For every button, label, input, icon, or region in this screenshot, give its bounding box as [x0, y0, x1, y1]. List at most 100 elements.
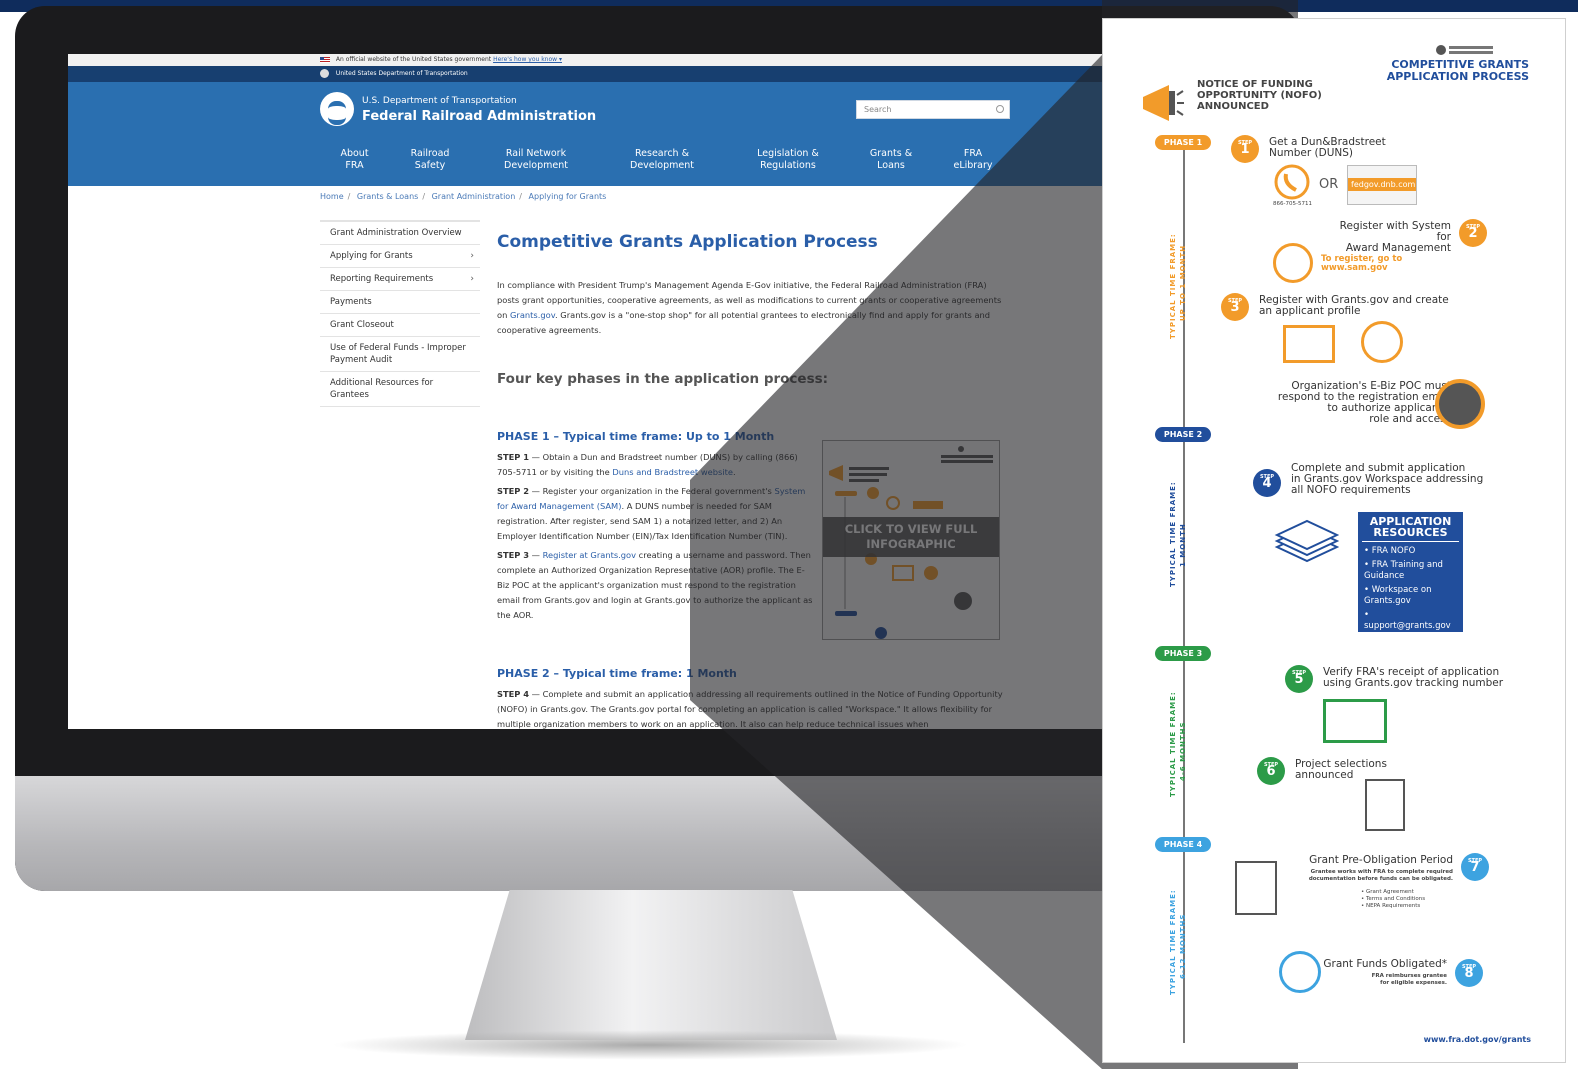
dot-bar: United States Department of Transportati… [68, 66, 1108, 82]
resource-item[interactable]: FRA Training and Guidance [1364, 560, 1443, 581]
step7-badge: STEP 7 [1461, 853, 1489, 881]
grants-gov-link[interactable]: Grants.gov [510, 310, 555, 320]
register-grants-link[interactable]: Register at Grants.gov [543, 550, 636, 560]
step1-badge: STEP 1 [1231, 135, 1259, 163]
phase4-pill: PHASE 4 [1155, 837, 1211, 852]
nav-grants-loans[interactable]: Grants & Loans [865, 148, 917, 172]
application-resources-box: APPLICATION RESOURCES • FRA NOFO • FRA T… [1358, 512, 1463, 632]
breadcrumb: Home / Grants & Loans / Grant Administrati… [320, 192, 607, 201]
org-small-name: U.S. Department of Transportation [362, 96, 517, 106]
timeframe-label: TYPICAL TIME FRAME: [1169, 233, 1177, 339]
timeframe-label: TYPICAL TIME FRAME: [1169, 889, 1177, 995]
browser-screen: An official website of the United States… [68, 54, 1108, 729]
sidebar-item-closeout[interactable]: Grant Closeout [320, 314, 480, 337]
phase1-pill: PHASE 1 [1155, 135, 1211, 150]
step8-badge: STEP 8 [1455, 959, 1483, 987]
step3-text: Register with Grants.gov and create an ap… [1259, 294, 1449, 317]
fra-logo-icon[interactable] [320, 92, 354, 126]
us-flag-icon [320, 56, 330, 63]
org-name[interactable]: Federal Railroad Administration [362, 109, 596, 124]
fra-grants-url[interactable]: www.fra.dot.gov/grants [1424, 1035, 1531, 1044]
chevron-right-icon: › [470, 274, 474, 284]
documents-stack-icon [1273, 513, 1340, 577]
nav-about[interactable]: About FRA [332, 148, 377, 172]
nav-rail-network[interactable]: Rail Network Development [500, 148, 572, 172]
sidebar-item-applying[interactable]: Applying for Grants › [320, 245, 480, 268]
heres-how-you-know-link[interactable]: Here's how you know ▾ [493, 56, 562, 63]
phase3-pill: PHASE 3 [1155, 646, 1211, 661]
intro-paragraph: In compliance with President Trump's Man… [497, 280, 1002, 335]
megaphone-icon [1139, 83, 1185, 127]
resource-item[interactable]: support@grants.gov [1364, 621, 1451, 631]
step3-badge: STEP 3 [1221, 293, 1249, 321]
page-title: Competitive Grants Application Process [497, 232, 878, 252]
timeframe-value: 1 MONTH [1179, 523, 1187, 567]
sidebar-item-federal-funds[interactable]: Use of Federal Funds - Improper Payment A… [320, 337, 480, 372]
breadcrumb-grants[interactable]: Grants & Loans [357, 192, 418, 201]
stand-shadow [330, 1030, 970, 1060]
sidebar-item-overview[interactable]: Grant Administration Overview [320, 220, 480, 245]
or-label: OR [1319, 177, 1339, 192]
resources-title: APPLICATION RESOURCES [1362, 512, 1459, 542]
sidebar-item-resources[interactable]: Additional Resources for Grantees [320, 372, 480, 407]
step4-badge: STEP 4 [1253, 469, 1281, 497]
step3-paragraph: STEP 3 — Register at Grants.gov creating… [497, 550, 813, 620]
official-banner: An official website of the United States… [68, 54, 1108, 66]
infographic-title: COMPETITIVE GRANTS APPLICATION PROCESS [1386, 58, 1529, 83]
phase1-heading: PHASE 1 – Typical time frame: Up to 1 Mo… [497, 430, 775, 443]
nav-research[interactable]: Research & Development [625, 148, 699, 172]
step1-paragraph: STEP 1 — Obtain a Dun and Bradstreet num… [497, 452, 798, 477]
timeframe-value: 6-12 MONTHS [1179, 913, 1187, 979]
email-icon [1435, 379, 1485, 429]
user-icon [1361, 321, 1403, 363]
step2-badge: STEP 2 [1459, 219, 1487, 247]
breadcrumb-grant-admin[interactable]: Grant Administration [432, 192, 516, 201]
search-icon[interactable] [996, 105, 1004, 113]
step7-subtitle: Grantee works with FRA to complete requi… [1308, 869, 1453, 882]
phone-number: 866-705-5711 [1273, 201, 1312, 207]
timeframe-label: TYPICAL TIME FRAME: [1169, 691, 1177, 797]
breadcrumb-home[interactable]: Home [320, 192, 344, 201]
dollar-icon [1279, 951, 1321, 993]
step8-subtitle: FRA reimburses grantee for eligible expen… [1371, 973, 1447, 986]
view-infographic-button[interactable]: CLICK TO VIEW FULL INFOGRAPHIC [823, 517, 999, 557]
nav-railroad-safety[interactable]: Railroad Safety [404, 148, 456, 172]
step2-paragraph: STEP 2 — Register your organization in t… [497, 486, 806, 541]
sidebar-item-payments[interactable]: Payments [320, 291, 480, 314]
timeframe-value: 4-6 MONTHS [1179, 721, 1187, 781]
infographic-thumbnail[interactable]: CLICK TO VIEW FULL INFOGRAPHIC [822, 440, 1000, 640]
phone-icon [1274, 164, 1310, 204]
monitor-search-icon [1323, 699, 1387, 743]
sidebar-item-reporting[interactable]: Reporting Requirements › [320, 268, 480, 291]
step6-text: Project selections announced [1295, 758, 1387, 781]
fedgov-label: fedgov.dnb.com [1348, 178, 1416, 191]
search-input[interactable]: Search [856, 100, 1010, 119]
resource-item[interactable]: Workspace on Grants.gov [1364, 585, 1431, 606]
timeframe-label: TYPICAL TIME FRAME: [1169, 481, 1177, 587]
monitor-stand [465, 890, 837, 1040]
step5-badge: STEP 5 [1285, 665, 1313, 693]
chevron-right-icon: › [470, 251, 474, 261]
breadcrumb-current[interactable]: Applying for Grants [529, 192, 607, 201]
step8-title: Grant Funds Obligated* [1323, 958, 1447, 970]
resource-item[interactable]: FRA NOFO [1372, 546, 1416, 556]
nav-elibrary[interactable]: FRA eLibrary [947, 148, 999, 172]
dot-bar-text[interactable]: United States Department of Transportati… [336, 70, 468, 77]
computer-icon [1283, 325, 1335, 363]
dnb-link[interactable]: Duns and Bradstreet website [612, 467, 733, 477]
step4-paragraph: STEP 4 — Complete and submit an applicat… [497, 689, 1003, 729]
step7-title: Grant Pre-Obligation Period [1309, 854, 1453, 866]
nofo-label: NOTICE OF FUNDING OPPORTUNITY (NOFO) ANNOU… [1197, 79, 1322, 112]
nav-legislation[interactable]: Legislation & Regulations [749, 148, 827, 172]
search-placeholder: Search [864, 105, 892, 114]
phase2-pill: PHASE 2 [1155, 427, 1211, 442]
step7-bullets: • Grant Agreement • Terms and Conditions •… [1361, 889, 1426, 909]
ebiz-text: Organization's E-Biz POC must respond to … [1277, 380, 1451, 425]
document-gear-icon [1235, 861, 1277, 915]
site-header: U.S. Department of Transportation Federa… [68, 82, 1108, 186]
browser-icon: fedgov.dnb.com [1347, 165, 1417, 205]
dot-logo-icon [1435, 41, 1493, 55]
sam-register-text: To register, go to www.sam.gov [1321, 254, 1403, 273]
step4-text: Complete and submit application in Grants… [1291, 462, 1484, 496]
step6-badge: STEP 6 [1257, 757, 1285, 785]
